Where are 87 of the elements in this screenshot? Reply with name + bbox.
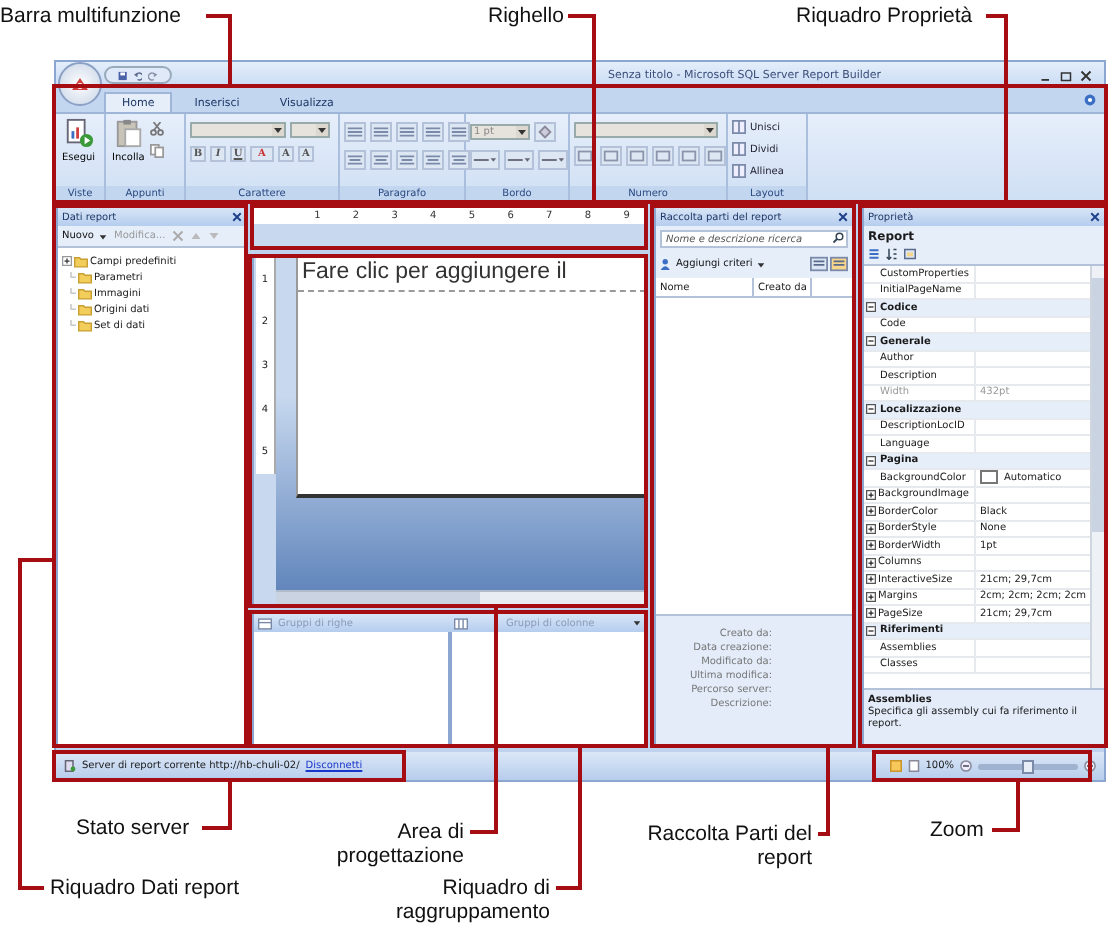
- person-icon: [660, 258, 672, 270]
- cut-icon[interactable]: [150, 122, 165, 136]
- collapse-icon[interactable]: [866, 625, 876, 636]
- expand-icon[interactable]: [866, 608, 876, 619]
- zoom-out-icon[interactable]: [960, 760, 972, 772]
- server-icon: [64, 760, 76, 772]
- caret-icon: [516, 126, 528, 138]
- copy-icon[interactable]: [150, 144, 165, 158]
- table-cells-icon: [732, 164, 746, 178]
- border-style-icon[interactable]: [504, 150, 534, 170]
- redo-icon[interactable]: [148, 69, 159, 81]
- title-placeholder[interactable]: Fare clic per aggiungere il: [298, 258, 646, 292]
- undo-icon[interactable]: [133, 69, 143, 81]
- font-size-dropdown[interactable]: [290, 122, 330, 138]
- report-run-icon: [63, 118, 94, 148]
- caret-icon: [98, 231, 108, 241]
- sort-icon[interactable]: [886, 248, 898, 260]
- align-icon[interactable]: [396, 150, 418, 170]
- help-icon[interactable]: [1084, 94, 1096, 106]
- expand-icon[interactable]: [866, 591, 876, 602]
- horizontal-scrollbar[interactable]: [276, 590, 646, 604]
- number-format-dropdown[interactable]: [574, 122, 718, 138]
- callout-label: Raccolta Parti del report: [645, 822, 812, 870]
- caret-icon: [704, 124, 716, 136]
- color-swatch[interactable]: [980, 470, 998, 485]
- leader-line: [556, 746, 582, 890]
- table-cells-icon: [732, 120, 746, 134]
- align-icon[interactable]: [344, 122, 366, 142]
- align-icon[interactable]: [396, 122, 418, 142]
- report-logo-icon: [70, 74, 90, 94]
- expand-icon[interactable]: [866, 540, 876, 551]
- caret-icon: [756, 259, 767, 269]
- align-icon[interactable]: [370, 150, 392, 170]
- callout-label: Stato server: [76, 816, 190, 840]
- property-pages-icon[interactable]: [904, 248, 916, 260]
- align-icon[interactable]: [422, 122, 444, 142]
- zoom-in-icon[interactable]: [1084, 760, 1096, 772]
- caret-icon: [316, 124, 328, 136]
- caret-icon: [272, 124, 284, 136]
- leader-line: [202, 780, 232, 830]
- save-icon[interactable]: [118, 69, 128, 81]
- align-icon[interactable]: [422, 150, 444, 170]
- leader-line: [206, 14, 232, 86]
- view-toggle[interactable]: [830, 256, 848, 272]
- close-icon[interactable]: [1090, 212, 1100, 222]
- preview-icon[interactable]: [907, 760, 920, 772]
- border-style-icon[interactable]: [538, 150, 568, 170]
- paint-bucket-icon[interactable]: [534, 122, 556, 142]
- slider-thumb[interactable]: [1022, 759, 1034, 773]
- search-icon: [832, 232, 844, 244]
- close-icon[interactable]: [838, 212, 848, 222]
- expander-icon[interactable]: [62, 256, 72, 266]
- callout-label: Riquadro Proprietà: [796, 4, 973, 28]
- clipboard-icon: [113, 118, 144, 148]
- collapse-icon[interactable]: [866, 455, 876, 466]
- leader-line: [818, 746, 830, 836]
- close-icon[interactable]: [1080, 69, 1092, 81]
- callout-label: Area di progettazione: [334, 820, 464, 868]
- collapse-icon[interactable]: [866, 404, 876, 415]
- columns-icon: [454, 617, 468, 629]
- align-icon[interactable]: [448, 122, 470, 142]
- border-style-icon[interactable]: [470, 150, 500, 170]
- expand-icon[interactable]: [866, 523, 876, 534]
- callout-label: Righello: [488, 4, 564, 28]
- view-toggle[interactable]: [810, 256, 828, 272]
- align-icon[interactable]: [370, 122, 392, 142]
- callout-label: Barra multifunzione: [0, 4, 181, 28]
- caret-icon[interactable]: [632, 618, 642, 628]
- categorized-icon[interactable]: [868, 248, 880, 260]
- leader-line: [992, 780, 1020, 832]
- expand-icon[interactable]: [866, 489, 876, 500]
- align-icon[interactable]: [448, 150, 470, 170]
- collapse-icon[interactable]: [866, 336, 876, 347]
- vertical-scrollbar[interactable]: [1090, 266, 1104, 688]
- align-icon[interactable]: [344, 150, 366, 170]
- expand-icon[interactable]: [866, 574, 876, 585]
- callout-label: Riquadro Dati report: [50, 876, 240, 900]
- close-icon[interactable]: [232, 212, 242, 222]
- expand-icon[interactable]: [866, 557, 876, 568]
- zoom-slider[interactable]: [978, 763, 1078, 769]
- rows-icon: [258, 617, 272, 629]
- callout-label: Riquadro di raggruppamento: [393, 876, 550, 924]
- collapse-icon[interactable]: [866, 302, 876, 313]
- table-cells-icon: [732, 142, 746, 156]
- callout-label: Zoom: [930, 818, 984, 842]
- expand-icon[interactable]: [866, 506, 876, 517]
- maximize-icon[interactable]: [1060, 69, 1072, 81]
